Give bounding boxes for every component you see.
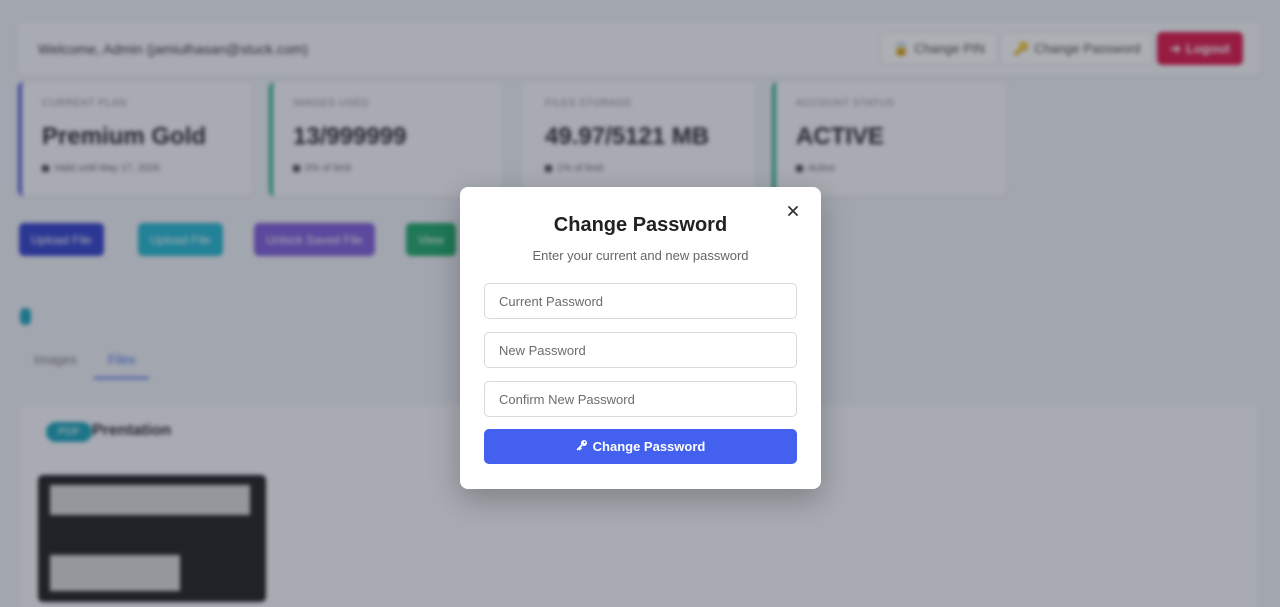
key-icon bbox=[576, 439, 588, 454]
modal-title: Change Password bbox=[553, 214, 728, 236]
current-password-input[interactable] bbox=[484, 283, 797, 319]
change-password-modal: Change Password Enter your current and n… bbox=[460, 187, 821, 489]
new-password-input[interactable] bbox=[484, 332, 797, 368]
confirm-password-input[interactable] bbox=[484, 381, 797, 417]
modal-subtitle: Enter your current and new password bbox=[532, 248, 749, 263]
change-password-submit-button[interactable]: Change Password bbox=[484, 429, 797, 464]
